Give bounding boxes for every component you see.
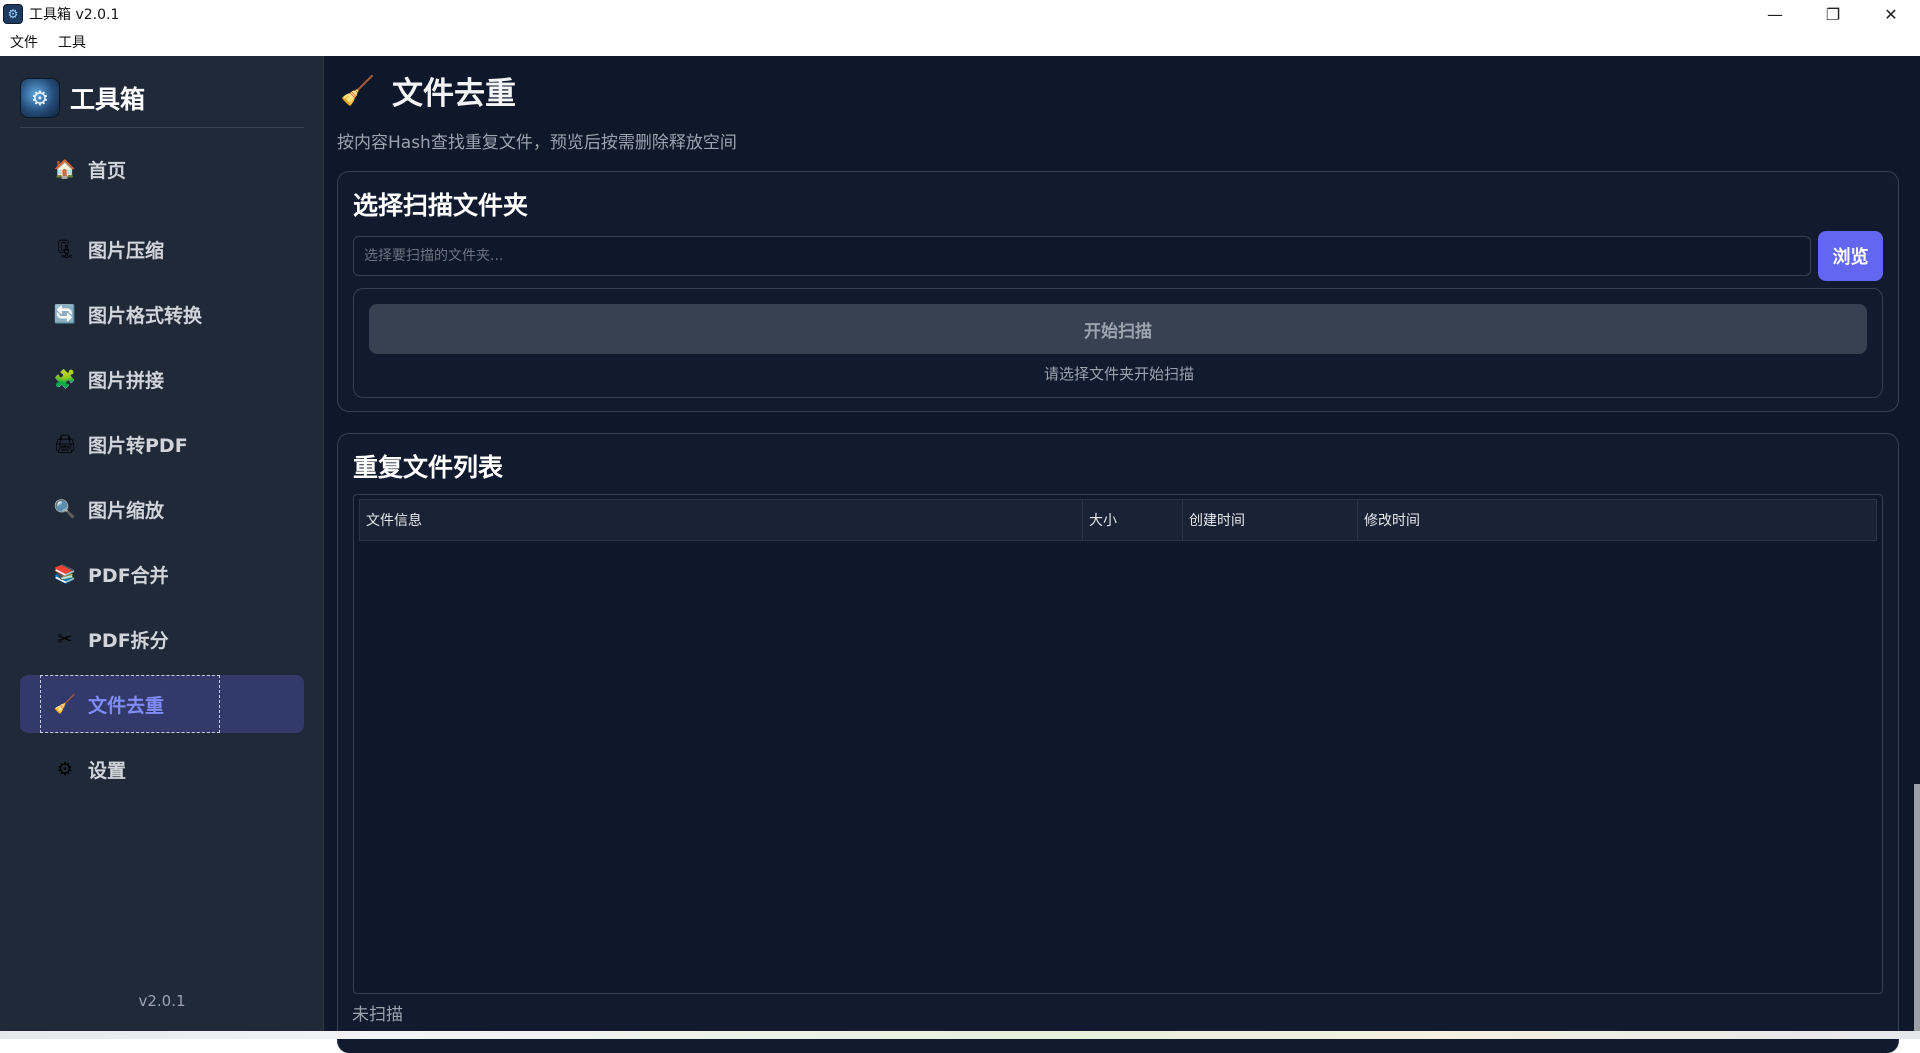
brand: ⚙ 工具箱 xyxy=(20,78,145,118)
convert-icon: 🔄 xyxy=(53,303,77,325)
main-content: 🧹 文件去重 按内容Hash查找重复文件，预览后按需删除释放空间 选择扫描文件夹… xyxy=(325,56,1906,1053)
window-title: 工具箱 v2.0.1 xyxy=(29,7,120,23)
sidebar-item-image-resize[interactable]: 🔍 图片缩放 xyxy=(20,480,304,538)
sidebar-item-pdf-split[interactable]: ✂ PDF拆分 xyxy=(20,610,304,668)
sidebar-item-label: 首页 xyxy=(88,159,127,182)
sidebar-item-image-compress[interactable]: 🗜 图片压缩 xyxy=(20,220,304,278)
books-icon: 📚 xyxy=(53,563,77,585)
menu-bar: 文件 工具 xyxy=(0,28,1920,56)
sidebar-item-image-convert[interactable]: 🔄 图片格式转换 xyxy=(20,285,304,343)
start-scan-button[interactable]: 开始扫描 xyxy=(369,304,1867,354)
browse-button[interactable]: 浏览 xyxy=(1818,231,1883,281)
sidebar-item-file-dedup[interactable]: 🧹 文件去重 xyxy=(20,675,304,733)
window-controls: — ❐ ✕ xyxy=(1746,0,1920,28)
sidebar-item-label: 设置 xyxy=(88,759,127,782)
sidebar: ⚙ 工具箱 🏠 首页 🗜 图片压缩 🔄 图片格式转换 🧩 图片拼接 🖨 图片转P… xyxy=(0,56,324,1031)
menu-tools[interactable]: 工具 xyxy=(48,32,96,52)
column-header-modified[interactable]: 修改时间 xyxy=(1358,500,1876,540)
card-title: 重复文件列表 xyxy=(353,453,504,482)
sidebar-item-image-to-pdf[interactable]: 🖨 图片转PDF xyxy=(20,415,304,473)
sidebar-item-label: PDF合并 xyxy=(88,564,169,587)
scan-status: 未扫描 xyxy=(352,1005,403,1025)
scan-folder-card: 选择扫描文件夹 浏览 开始扫描 请选择文件夹开始扫描 xyxy=(337,171,1899,412)
maximize-icon[interactable]: ❐ xyxy=(1804,0,1862,28)
sidebar-item-label: 图片转PDF xyxy=(88,434,188,457)
divider xyxy=(20,127,304,128)
sidebar-item-home[interactable]: 🏠 首页 xyxy=(20,140,304,198)
puzzle-icon: 🧩 xyxy=(53,368,77,390)
card-title: 选择扫描文件夹 xyxy=(353,191,529,220)
folder-path-input[interactable] xyxy=(353,236,1811,276)
sidebar-item-pdf-merge[interactable]: 📚 PDF合并 xyxy=(20,545,304,603)
column-header-created[interactable]: 创建时间 xyxy=(1183,500,1358,540)
column-header-file-info[interactable]: 文件信息 xyxy=(360,500,1083,540)
scrollbar[interactable] xyxy=(1906,56,1920,1031)
sidebar-item-settings[interactable]: ⚙ 设置 xyxy=(20,740,304,798)
scrollbar-thumb[interactable] xyxy=(1914,784,1920,1031)
scissors-icon: ✂ xyxy=(57,628,73,650)
printer-icon: 🖨 xyxy=(53,433,77,455)
gear-icon: ⚙ xyxy=(56,758,74,780)
table-header: 文件信息 大小 创建时间 修改时间 xyxy=(359,499,1877,541)
page-title: 文件去重 xyxy=(392,76,516,112)
clamp-icon: 🗜 xyxy=(53,238,77,260)
page-header: 🧹 文件去重 xyxy=(340,68,516,113)
magnifier-icon: 🔍 xyxy=(53,498,77,520)
toolbox-logo-icon: ⚙ xyxy=(20,78,60,118)
scan-hint: 请选择文件夹开始扫描 xyxy=(1043,365,1194,383)
scan-panel: 开始扫描 请选择文件夹开始扫描 xyxy=(353,288,1883,398)
sidebar-item-label: PDF拆分 xyxy=(88,629,169,652)
title-bar: ⚙ 工具箱 v2.0.1 — ❐ ✕ xyxy=(0,0,1920,28)
menu-file[interactable]: 文件 xyxy=(0,32,48,52)
sidebar-item-label: 图片拼接 xyxy=(88,369,165,392)
app-icon: ⚙ xyxy=(3,4,23,24)
brand-title: 工具箱 xyxy=(70,85,146,114)
minimize-icon[interactable]: — xyxy=(1746,0,1804,28)
broom-icon: 🧹 xyxy=(340,74,375,107)
duplicate-table[interactable]: 文件信息 大小 创建时间 修改时间 xyxy=(353,494,1883,994)
close-icon[interactable]: ✕ xyxy=(1862,0,1920,28)
column-header-size[interactable]: 大小 xyxy=(1083,500,1183,540)
home-icon: 🏠 xyxy=(53,158,77,180)
sidebar-item-image-stitch[interactable]: 🧩 图片拼接 xyxy=(20,350,304,408)
page-subtitle: 按内容Hash查找重复文件，预览后按需删除释放空间 xyxy=(337,133,737,153)
sidebar-item-label: 图片格式转换 xyxy=(88,304,203,327)
focus-ring xyxy=(40,675,220,733)
app-window: ⚙ 工具箱 🏠 首页 🗜 图片压缩 🔄 图片格式转换 🧩 图片拼接 🖨 图片转P… xyxy=(0,56,1920,1053)
sidebar-item-label: 图片压缩 xyxy=(88,239,165,262)
version-label: v2.0.1 xyxy=(138,992,186,1010)
duplicate-list-card: 重复文件列表 文件信息 大小 创建时间 修改时间 xyxy=(337,433,1899,1053)
taskbar-edge xyxy=(0,1031,1920,1039)
sidebar-item-label: 图片缩放 xyxy=(88,499,165,522)
